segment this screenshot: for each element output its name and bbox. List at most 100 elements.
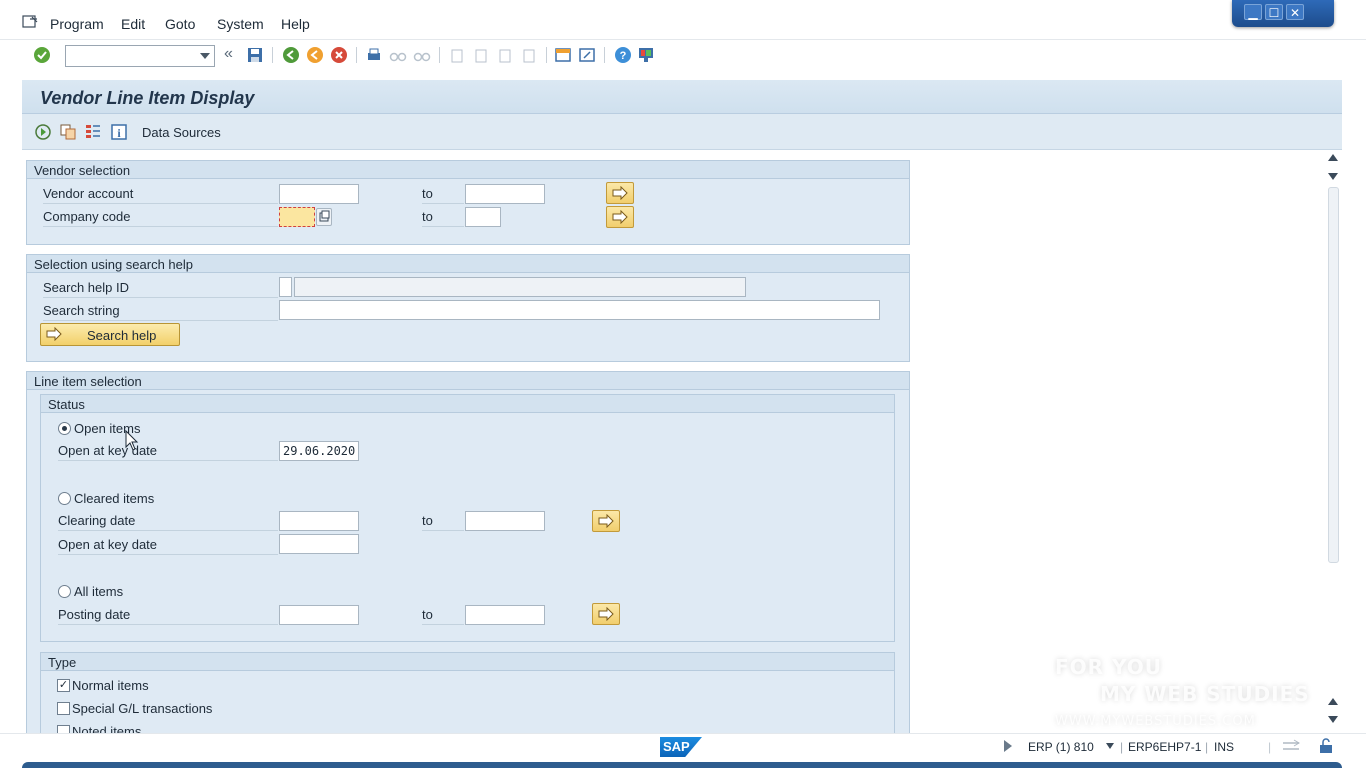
open-at-key-date-label: Open at key date <box>58 441 278 461</box>
system-info: ERP (1) 810 <box>1028 740 1094 754</box>
multiple-selection-button[interactable] <box>592 510 620 532</box>
selection-options-icon[interactable] <box>84 123 102 141</box>
menu-help[interactable]: Help <box>281 16 310 32</box>
watermark-line3: WWW.MYWEBSTUDIES.COM <box>1055 714 1256 729</box>
scroll-up-icon[interactable] <box>1328 154 1338 161</box>
special-gl-checkbox[interactable] <box>57 702 70 715</box>
watermark-line2: MY WEB STUDIES <box>1100 682 1310 706</box>
value-help-icon[interactable] <box>316 208 332 226</box>
find-icon <box>389 52 407 62</box>
menu-goto[interactable]: Goto <box>165 16 195 32</box>
command-field[interactable] <box>65 45 215 67</box>
scroll-thumb[interactable] <box>1328 187 1339 563</box>
cleared-open-at-key-date-label: Open at key date <box>58 535 278 555</box>
clearing-date-label: Clearing date <box>58 511 278 531</box>
posting-date-from-input[interactable] <box>279 605 359 625</box>
arrow-right-icon <box>46 327 62 341</box>
minimize-button[interactable]: ▁ <box>1244 4 1262 20</box>
scroll-page-down-icon[interactable] <box>1328 716 1338 723</box>
search-string-input[interactable] <box>279 300 880 320</box>
menu-edit[interactable]: Edit <box>121 16 145 32</box>
vendor-account-label: Vendor account <box>43 184 278 204</box>
close-button[interactable]: ✕ <box>1286 4 1304 20</box>
next-page-icon <box>499 49 511 63</box>
shortcut-icon[interactable] <box>578 46 596 64</box>
connection-icon <box>1283 739 1300 750</box>
get-variant-icon[interactable] <box>59 123 77 141</box>
arrow-right-icon <box>612 186 628 200</box>
enter-icon[interactable] <box>33 46 51 64</box>
chevron-down-icon[interactable] <box>1106 743 1114 749</box>
multiple-selection-button[interactable] <box>606 206 634 228</box>
noted-items-row: Noted items <box>40 724 895 733</box>
noted-items-label: Noted items <box>72 724 142 733</box>
info-icon[interactable]: i <box>110 123 128 141</box>
group-header: Vendor selection <box>27 161 909 179</box>
collapse-icon[interactable]: « <box>224 45 242 63</box>
posting-date-to-input[interactable] <box>465 605 545 625</box>
arrow-right-icon <box>612 210 628 224</box>
server-info: ERP6EHP7-1 <box>1128 740 1202 754</box>
help-icon[interactable]: ? <box>614 46 632 64</box>
page-title: Vendor Line Item Display <box>40 88 255 108</box>
multiple-selection-button[interactable] <box>606 182 634 204</box>
clearing-date-to-input[interactable] <box>465 511 545 531</box>
arrow-right-icon <box>598 607 614 621</box>
arrow-right-icon <box>598 514 614 528</box>
all-items-radio[interactable] <box>58 585 71 598</box>
menu-bar: Program Edit Goto System Help ▁ ☐ ✕ <box>0 0 1366 40</box>
first-page-icon <box>451 49 463 63</box>
cleared-open-at-key-date-input[interactable] <box>279 534 359 554</box>
watermark-line1: FOR YOU <box>1055 655 1163 679</box>
company-code-from-input[interactable] <box>279 207 315 227</box>
scroll-down-icon[interactable] <box>1328 173 1338 180</box>
normal-items-checkbox[interactable]: ✓ <box>57 679 70 692</box>
print-icon[interactable] <box>365 46 383 64</box>
maximize-button[interactable]: ☐ <box>1265 4 1283 20</box>
input-mode: INS <box>1214 740 1235 754</box>
to-label: to <box>422 605 464 625</box>
application-toolbar: i Data Sources <box>22 114 1342 150</box>
noted-items-checkbox[interactable] <box>57 725 70 733</box>
execute-icon[interactable] <box>34 123 52 141</box>
company-code-to-input[interactable] <box>465 207 501 227</box>
vendor-account-to-input[interactable] <box>465 184 545 204</box>
scroll-page-up-icon[interactable] <box>1328 698 1338 705</box>
last-page-icon <box>523 49 535 63</box>
multiple-selection-button[interactable] <box>592 603 620 625</box>
menu-program[interactable]: Program <box>50 16 104 32</box>
all-items-label: All items <box>74 584 124 599</box>
cancel-icon[interactable] <box>330 46 348 64</box>
window-controls: ▁ ☐ ✕ <box>1232 0 1334 27</box>
lock-icon[interactable] <box>1318 738 1334 754</box>
posting-date-label: Posting date <box>58 605 278 625</box>
cleared-items-radio[interactable] <box>58 492 71 505</box>
clearing-date-from-input[interactable] <box>279 511 359 531</box>
open-at-key-date-input[interactable] <box>279 441 359 461</box>
menu-icon[interactable] <box>22 15 38 29</box>
exit-icon[interactable] <box>306 46 324 64</box>
search-help-button[interactable]: Search help <box>40 323 180 346</box>
group-header: Type <box>41 653 894 671</box>
data-sources-button[interactable]: Data Sources <box>142 125 221 140</box>
vertical-scrollbar[interactable] <box>1325 151 1342 731</box>
title-bar: Vendor Line Item Display <box>22 80 1342 114</box>
search-help-id-input[interactable] <box>279 277 292 297</box>
vendor-account-from-input[interactable] <box>279 184 359 204</box>
open-items-radio[interactable] <box>58 422 71 435</box>
type-group: Type <box>40 652 895 733</box>
to-label: to <box>422 511 464 531</box>
menu-system[interactable]: System <box>217 16 264 32</box>
cleared-items-label: Cleared items <box>74 491 155 506</box>
search-help-description-field <box>294 277 746 297</box>
customize-layout-icon[interactable] <box>637 46 655 64</box>
chevron-down-icon[interactable] <box>200 53 210 59</box>
sap-window: Program Edit Goto System Help ▁ ☐ ✕ « ? … <box>0 0 1366 768</box>
to-label: to <box>422 207 464 227</box>
back-icon[interactable] <box>282 46 300 64</box>
company-code-label: Company code <box>43 207 278 227</box>
new-session-icon[interactable] <box>554 46 572 64</box>
search-help-id-label: Search help ID <box>43 278 278 298</box>
expand-status-icon[interactable] <box>1004 740 1012 752</box>
save-icon[interactable] <box>246 46 264 64</box>
